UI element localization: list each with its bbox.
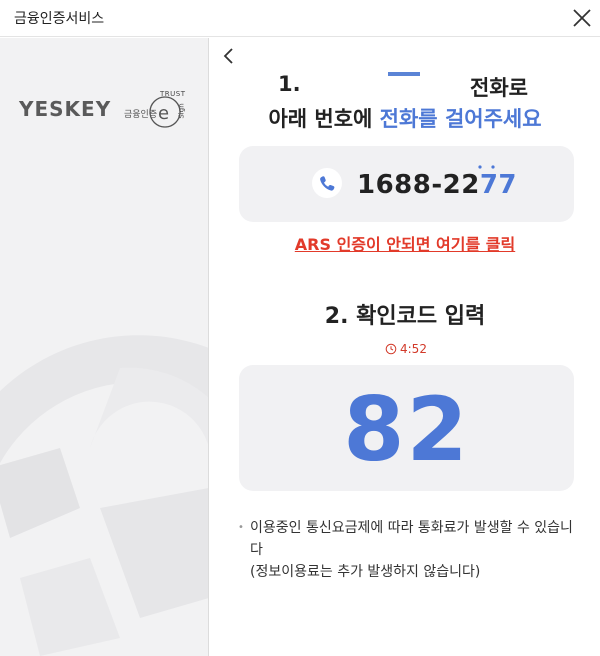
main-panel: 1. 전화로 아래 번호에 전화를 걸어주세요 1688-2277 ARS 인증… [210, 38, 600, 656]
phone-number: 1688-2277 [357, 170, 517, 200]
close-icon[interactable] [568, 4, 596, 32]
step1-number: 1. [278, 72, 301, 96]
trust-label: TRUST [160, 90, 186, 98]
window-title: 금융인증서비스 [14, 11, 105, 27]
clock-icon [385, 343, 397, 355]
billing-notice: • 이용중인 통신요금제에 따라 통화료가 발생할 수 있습니다 (정보이용료는… [238, 517, 578, 583]
notice-line2: (정보이용료는 추가 발생하지 않습니다) [250, 564, 481, 580]
verification-code-box: 82 [239, 365, 574, 491]
instruction-highlight: 전화를 걸어주세요 [379, 107, 542, 131]
step1-heading: 1. 전화로 [210, 72, 600, 100]
title-bar: 금융인증서비스 [0, 0, 600, 37]
step1-word: 전화로 [470, 76, 528, 100]
timer-value: 4:52 [400, 342, 427, 356]
brand-panel: YESKEY 금융인증 e TRUST Sign [0, 38, 209, 656]
redacted-blank [388, 72, 420, 76]
phone-number-suffix: 77 [479, 170, 518, 200]
logo-wordmark: YESKEY [19, 97, 112, 121]
svg-text:e: e [158, 103, 169, 124]
trust-esign-badge: e TRUST Sign [147, 90, 191, 131]
suffix-dots-icon [478, 165, 495, 169]
phone-number-box[interactable]: 1688-2277 [239, 146, 574, 222]
instruction-prefix: 아래 번호에 [268, 107, 380, 131]
bullet-icon: • [238, 522, 244, 533]
back-arrow-icon[interactable] [222, 46, 236, 66]
verification-code: 82 [343, 378, 470, 481]
phone-number-main: 1688-22 [357, 170, 480, 200]
notice-line1: 이용중인 통신요금제에 따라 통화료가 발생할 수 있습니다 [250, 520, 573, 558]
yeskey-logo: YESKEY 금융인증 e TRUST Sign [19, 90, 194, 131]
sign-label: Sign [177, 103, 186, 119]
step1-instruction: 아래 번호에 전화를 걸어주세요 [210, 103, 600, 133]
auth-window: 금융인증서비스 YESKEY 금융인증 e TRUST Sign 1. 전화로 … [0, 0, 600, 656]
ars-fallback-link[interactable]: ARS 인증이 안되면 여기를 클릭 [210, 231, 600, 255]
step2-heading: 2. 확인코드 입력 [324, 304, 486, 329]
phone-icon [312, 168, 342, 198]
